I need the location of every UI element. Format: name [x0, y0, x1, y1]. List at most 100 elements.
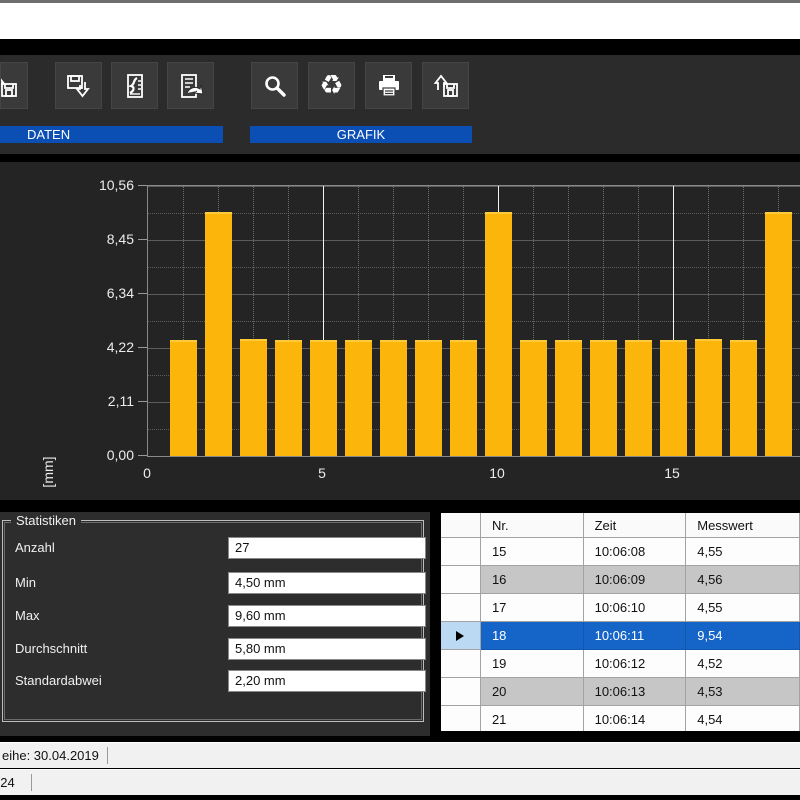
x-tick-label: 0 — [127, 465, 167, 481]
refresh-button[interactable]: ♻ — [308, 62, 355, 109]
table-cell[interactable]: 4,54 — [686, 706, 800, 731]
table-cell[interactable]: 10:06:13 — [584, 678, 687, 706]
status-bar-device: 424 — [0, 769, 800, 795]
y-tick-mark — [138, 239, 147, 240]
table-cell[interactable]: 15 — [481, 538, 584, 566]
row-selector-cell[interactable] — [441, 566, 481, 594]
y-tick-mark — [138, 293, 147, 294]
stat-label: Anzahl — [15, 540, 55, 555]
y-axis-title: [mm] — [40, 444, 60, 500]
table-header-row: Nr. Zeit Messwert — [441, 513, 800, 538]
row-selector-cell[interactable] — [441, 706, 481, 731]
table-cell[interactable]: 4,55 — [686, 594, 800, 622]
row-selector-cell[interactable] — [441, 622, 481, 650]
row-selector-cell[interactable] — [441, 538, 481, 566]
stat-value-field[interactable]: 4,50 mm — [228, 572, 426, 594]
y-tick-label: 2,11 — [84, 393, 134, 409]
table-cell[interactable]: 10:06:09 — [584, 566, 687, 594]
bar-measurement-8 — [415, 340, 442, 456]
column-header-messwert[interactable]: Messwert — [686, 513, 800, 538]
y-tick-mark — [138, 347, 147, 348]
table-cell[interactable]: 10:06:12 — [584, 650, 687, 678]
table-cell[interactable]: 10:06:08 — [584, 538, 687, 566]
bar-measurement-13 — [590, 340, 617, 456]
table-cell[interactable]: 9,54 — [686, 622, 800, 650]
document-export-icon — [176, 71, 206, 101]
divider — [0, 154, 800, 162]
bar-measurement-3 — [240, 339, 267, 456]
group-caption-grafik: GRAFIK — [250, 126, 472, 143]
table-cell[interactable]: 4,55 — [686, 538, 800, 566]
table-cell[interactable]: 10:06:14 — [584, 706, 687, 731]
bar-measurement-11 — [520, 340, 547, 456]
table-row[interactable]: 1810:06:119,54 — [441, 622, 800, 650]
table-cell[interactable]: 20 — [481, 678, 584, 706]
stat-label: Durchschnitt — [15, 641, 87, 656]
bar-measurement-14 — [625, 340, 652, 456]
column-header-nr[interactable]: Nr. — [481, 513, 584, 538]
bar-measurement-9 — [450, 340, 477, 456]
bar-measurement-17 — [730, 340, 757, 456]
stat-label: Standardabwei — [15, 673, 102, 688]
group-caption-daten-label: DATEN — [27, 126, 70, 143]
table-cell[interactable]: 4,53 — [686, 678, 800, 706]
status-separator — [31, 774, 32, 791]
stat-value-field[interactable]: 9,60 mm — [228, 605, 426, 627]
table-cell[interactable]: 10:06:11 — [584, 622, 687, 650]
table-row[interactable]: 1510:06:084,55 — [441, 538, 800, 566]
series-date-text: eihe: 30.04.2019 — [2, 743, 99, 768]
row-selector-cell[interactable] — [441, 678, 481, 706]
bar-measurement-7 — [380, 340, 407, 456]
measurement-table: Nr. Zeit Messwert 1510:06:084,551610:06:… — [441, 513, 800, 731]
table-row[interactable]: 1910:06:124,52 — [441, 650, 800, 678]
table-row[interactable]: 2010:06:134,53 — [441, 678, 800, 706]
stat-value-field[interactable]: 27 — [228, 537, 426, 559]
save-graphic-button[interactable] — [422, 62, 469, 109]
report-button[interactable] — [167, 62, 214, 109]
y-tick-label: 4,22 — [84, 339, 134, 355]
table-cell[interactable]: 17 — [481, 594, 584, 622]
table-cell[interactable]: 4,52 — [686, 650, 800, 678]
bar-measurement-6 — [345, 340, 372, 456]
statistics-groupbox: Statistiken Anzahl27Min4,50 mmMax9,60 mm… — [2, 520, 424, 722]
table-cell[interactable]: 19 — [481, 650, 584, 678]
column-header-zeit[interactable]: Zeit — [584, 513, 687, 538]
row-selector-cell[interactable] — [441, 594, 481, 622]
printer-icon — [374, 71, 404, 101]
document-image-icon — [120, 71, 150, 101]
stat-value-field[interactable]: 5,80 mm — [228, 638, 426, 660]
table-cell[interactable]: 21 — [481, 706, 584, 731]
y-tick-label: 0,00 — [84, 447, 134, 463]
row-selector-header — [441, 513, 481, 538]
table-cell[interactable]: 10:06:10 — [584, 594, 687, 622]
table-row[interactable]: 1710:06:104,55 — [441, 594, 800, 622]
app-window: DATEN ♻ — [0, 0, 800, 800]
table-cell[interactable]: 18 — [481, 622, 584, 650]
table-cell[interactable]: 4,56 — [686, 566, 800, 594]
toolbar: DATEN ♻ — [0, 55, 800, 154]
y-tick-label: 6,34 — [84, 285, 134, 301]
table-row[interactable]: 2110:06:144,54 — [441, 706, 800, 731]
stat-value-field[interactable]: 2,20 mm — [228, 670, 426, 692]
table-cell[interactable]: 16 — [481, 566, 584, 594]
x-tick-label: 15 — [652, 465, 692, 481]
table-row[interactable]: 1610:06:094,56 — [441, 566, 800, 594]
print-button[interactable] — [365, 62, 412, 109]
load-data-button[interactable] — [0, 62, 28, 109]
recycle-icon: ♻ — [319, 72, 343, 99]
chart-panel: [mm] 0,002,114,226,348,4510,56 051015 — [0, 162, 800, 500]
bar-measurement-15 — [660, 340, 687, 456]
export-image-button[interactable] — [111, 62, 158, 109]
save-data-button[interactable] — [55, 62, 102, 109]
x-tick-label: 10 — [477, 465, 517, 481]
group-caption-daten: DATEN — [0, 126, 223, 143]
bar-measurement-5 — [310, 340, 337, 456]
row-selector-cell[interactable] — [441, 650, 481, 678]
gridline-h-minor — [148, 267, 800, 268]
gridline-h-minor — [148, 213, 800, 214]
gridline-h — [148, 294, 800, 295]
zoom-button[interactable] — [251, 62, 298, 109]
y-tick-label: 8,45 — [84, 231, 134, 247]
bar-measurement-12 — [555, 340, 582, 456]
status-bar-series: eihe: 30.04.2019 — [0, 742, 800, 768]
